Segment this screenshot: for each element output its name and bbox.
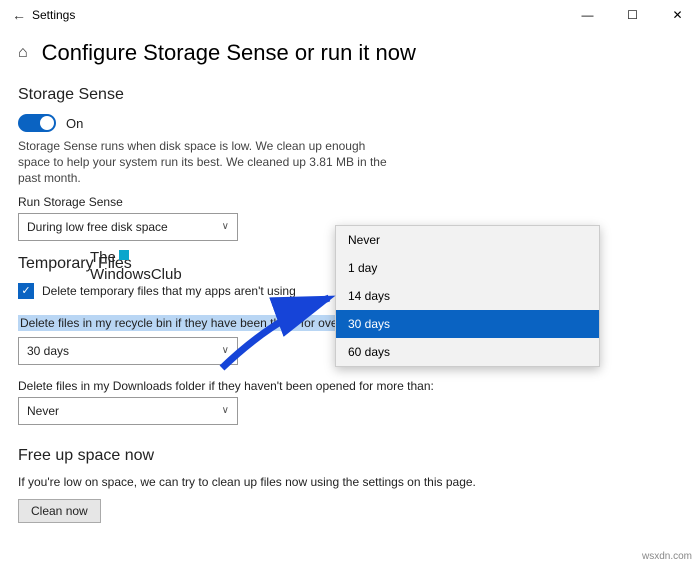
footer-watermark: wsxdn.com: [642, 551, 692, 562]
clean-now-button[interactable]: Clean now: [18, 499, 101, 523]
back-button[interactable]: ←: [12, 7, 32, 23]
dropdown-option-1day[interactable]: 1 day: [336, 254, 599, 282]
dropdown-option-30days[interactable]: 30 days: [336, 310, 599, 338]
downloads-label: Delete files in my Downloads folder if t…: [18, 379, 682, 393]
downloads-value: Never: [27, 404, 59, 418]
chevron-down-icon: ∨: [222, 405, 229, 416]
recycle-value: 30 days: [27, 344, 69, 358]
storage-desc: Storage Sense runs when disk space is lo…: [18, 138, 398, 187]
page-title: Configure Storage Sense or run it now: [42, 40, 416, 66]
free-desc: If you're low on space, we can try to cl…: [18, 475, 682, 489]
run-label: Run Storage Sense: [18, 195, 682, 209]
section-free-up: Free up space now: [18, 447, 682, 465]
window-controls: — ☐ ✕: [565, 0, 700, 30]
dropdown-option-14days[interactable]: 14 days: [336, 282, 599, 310]
run-value: During low free disk space: [27, 220, 168, 234]
delete-temp-label: Delete temporary files that my apps aren…: [42, 284, 296, 298]
dropdown-menu[interactable]: Never 1 day 14 days 30 days 60 days: [335, 225, 600, 367]
storage-sense-toggle[interactable]: [18, 114, 56, 132]
recycle-bin-dropdown[interactable]: 30 days ∨: [18, 337, 238, 365]
toggle-label: On: [66, 116, 83, 131]
close-button[interactable]: ✕: [655, 0, 700, 30]
chevron-down-icon: ∨: [222, 221, 229, 232]
titlebar: ← Settings — ☐ ✕: [0, 0, 700, 30]
dropdown-option-never[interactable]: Never: [336, 226, 599, 254]
downloads-dropdown[interactable]: Never ∨: [18, 397, 238, 425]
run-storage-sense-dropdown[interactable]: During low free disk space ∨: [18, 213, 238, 241]
page-header: ⌂ Configure Storage Sense or run it now: [0, 30, 700, 80]
toggle-row: On: [18, 114, 682, 132]
checkbox-checked-icon[interactable]: ✓: [18, 283, 34, 299]
section-storage-sense: Storage Sense: [18, 86, 682, 104]
dropdown-option-60days[interactable]: 60 days: [336, 338, 599, 366]
maximize-button[interactable]: ☐: [610, 0, 655, 30]
window-title: Settings: [32, 8, 565, 22]
minimize-button[interactable]: —: [565, 0, 610, 30]
home-icon[interactable]: ⌂: [18, 44, 28, 62]
chevron-down-icon: ∨: [222, 345, 229, 356]
